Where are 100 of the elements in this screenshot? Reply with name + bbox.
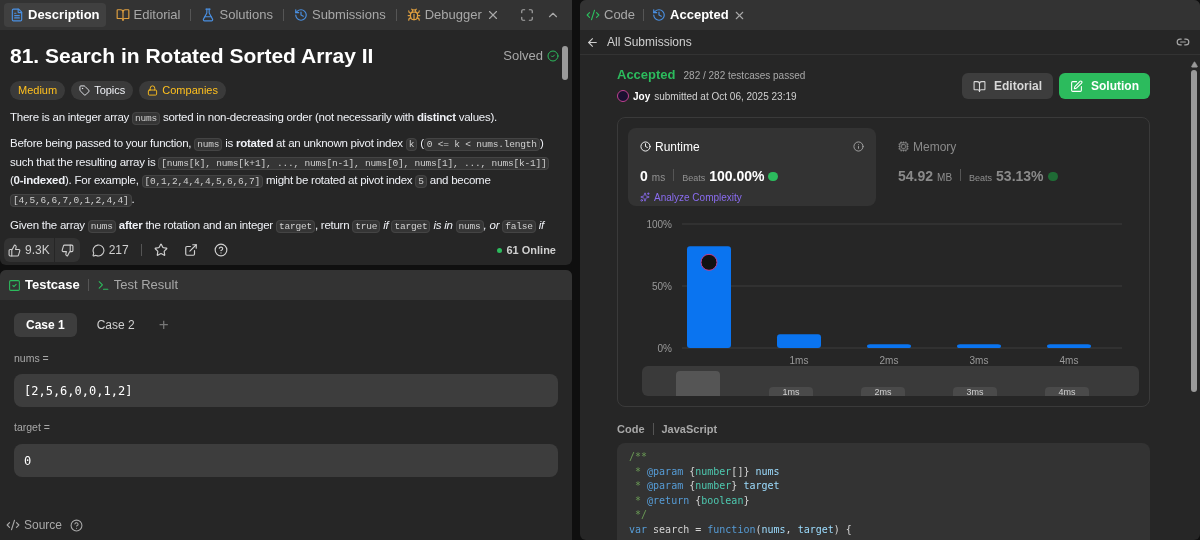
terminal-icon — [96, 278, 110, 292]
code-icon — [586, 8, 600, 22]
navigator-label: 1ms — [769, 386, 813, 396]
tab-icon — [406, 8, 421, 22]
tab-icon — [293, 8, 308, 22]
axis-label: 2ms — [879, 354, 899, 364]
book-icon — [973, 79, 986, 93]
description-paragraph: Before being passed to your function, nums is rotated at an unknown pivot index k ( 0 <= k < nums.length ) such that the resulting array is [nums[k], nums[k+1], ..., nums[n-1], nums[0], nums[1], ..., nums[k-1]] (0-indexed). For example, [0,1,2,4,4,4,5,6,6,7] might be rotated at pivot index 5 and become [4,5,6,6,7,0,1,2,4,4] . — [10, 135, 559, 209]
beats-percent: 53.13% — [996, 166, 1044, 186]
tag-chip[interactable]: Companies — [139, 80, 226, 100]
stat-card[interactable]: Runtime 0 ms Beats 100.00% Analyze Complexity — [628, 127, 876, 206]
sparkle-icon — [640, 192, 650, 202]
chip-icon — [898, 141, 909, 152]
axis-label: 50% — [652, 280, 672, 292]
navigator-label: 2ms — [861, 386, 905, 396]
editorial-button[interactable]: Editorial — [962, 73, 1053, 99]
chart-bar — [957, 343, 1001, 348]
info-icon[interactable] — [853, 141, 864, 152]
tab-icon — [201, 8, 216, 22]
stat-title: Memory — [913, 138, 957, 156]
stat-title: Runtime — [655, 138, 700, 156]
tag-chip[interactable]: Medium — [10, 80, 66, 100]
help-icon[interactable] — [213, 243, 228, 257]
beats-label: Beats — [969, 171, 993, 185]
chart-navigator[interactable]: 1ms 2ms 3ms 4ms — [642, 365, 1139, 396]
like-button[interactable]: 9.3K — [4, 241, 54, 259]
panel-tab[interactable]: Editorial — [109, 3, 187, 27]
description-paragraph: Given the array nums after the rotation and an integer target , return true if target is in nums , or false if — [10, 218, 546, 235]
stat-unit: MB — [937, 170, 953, 185]
panel-tab[interactable]: Testcase — [8, 275, 80, 295]
submitted-time: submitted at Oct 06, 2025 23:19 — [654, 89, 797, 104]
case-tab[interactable]: Case 1 — [14, 312, 77, 337]
history-icon — [652, 8, 667, 22]
code-line: /** — [629, 450, 649, 464]
panel-tab[interactable]: Submissions — [287, 3, 392, 27]
result-status: Accepted — [617, 66, 676, 84]
stat-value: 0 — [640, 166, 648, 186]
source-button[interactable]: Source — [6, 516, 63, 534]
comments-button[interactable]: 217 — [87, 241, 133, 259]
description-paragraph: There is an integer array nums sorted in non-decreasing order (not necessarily with distinct values). — [10, 109, 498, 127]
input-field[interactable]: 0 — [14, 444, 558, 477]
chart-bar — [777, 333, 821, 348]
code-title: Code — [617, 421, 645, 437]
case-tab[interactable]: Case 2 — [84, 312, 147, 337]
comment-icon — [91, 243, 105, 257]
online-count: 61 Online — [506, 242, 556, 258]
tab-icon — [115, 8, 130, 22]
code-line: * @param {number[]} nums — [634, 464, 781, 479]
input-field[interactable]: [2,5,6,0,0,1,2] — [14, 374, 558, 408]
input-label: nums = — [14, 350, 50, 366]
thumbs-down-icon — [60, 243, 74, 257]
star-icon[interactable] — [153, 243, 168, 257]
problem-title: 81. Search in Rotated Sorted Array II — [10, 43, 374, 69]
tag-icon — [79, 84, 91, 96]
link-icon[interactable] — [1176, 35, 1190, 49]
input-label: target = — [14, 420, 51, 436]
beats-percent: 100.00% — [709, 166, 765, 186]
navigator-label: 3ms — [953, 386, 997, 396]
share-icon[interactable] — [183, 243, 198, 257]
panel-tab[interactable]: Solutions — [195, 3, 279, 27]
panel-tab[interactable]: Description — [4, 3, 106, 27]
axis-label: 0% — [657, 342, 672, 354]
chart-bar — [1047, 343, 1091, 348]
help-icon[interactable] — [70, 518, 84, 532]
scroll-up-icon[interactable] — [1190, 61, 1198, 68]
avatar — [700, 253, 718, 271]
chart-bar — [867, 343, 911, 348]
code-line: * @return {boolean} — [634, 493, 751, 508]
solved-status: Solved — [503, 47, 543, 65]
panel-tab[interactable]: Debugger — [400, 3, 506, 27]
clock-icon — [640, 141, 651, 152]
language-label: JavaScript — [661, 421, 718, 437]
user-name[interactable]: Joy — [633, 88, 651, 104]
code-line: */ — [634, 508, 649, 522]
stat-value: 54.92 — [898, 166, 934, 186]
arrow-left-icon — [586, 35, 599, 49]
panel-tab[interactable]: Code — [586, 5, 636, 25]
avatar — [617, 90, 629, 102]
testcases-passed: 282 / 282 testcases passed — [683, 69, 806, 83]
axis-label: 100% — [646, 218, 672, 230]
beats-label: Beats — [682, 171, 706, 185]
axis-label: 3ms — [969, 354, 989, 364]
panel-tab[interactable]: Test Result — [96, 275, 178, 295]
code-line: var search = function(nums, target) { — [629, 522, 853, 537]
tab-icon — [10, 8, 24, 22]
thumbs-up-icon — [8, 243, 21, 257]
checkbox-icon — [8, 278, 21, 292]
lock-icon — [147, 84, 159, 96]
navigator-label: 4ms — [1045, 386, 1089, 396]
tag-chip[interactable]: Topics — [71, 80, 134, 100]
back-link[interactable]: All Submissions — [586, 33, 692, 51]
edit-icon — [1070, 79, 1083, 93]
stat-card[interactable]: Memory 54.92 MB Beats 53.13% — [886, 127, 1134, 206]
fullscreen-icon[interactable] — [520, 8, 534, 22]
code-line: * @param {number} target — [634, 479, 781, 493]
axis-label: 1ms — [789, 354, 809, 364]
axis-label: 4ms — [1059, 354, 1079, 364]
panel-tab[interactable]: Accepted — [652, 5, 746, 25]
stat-unit: ms — [651, 170, 666, 185]
check-icon — [547, 49, 559, 62]
